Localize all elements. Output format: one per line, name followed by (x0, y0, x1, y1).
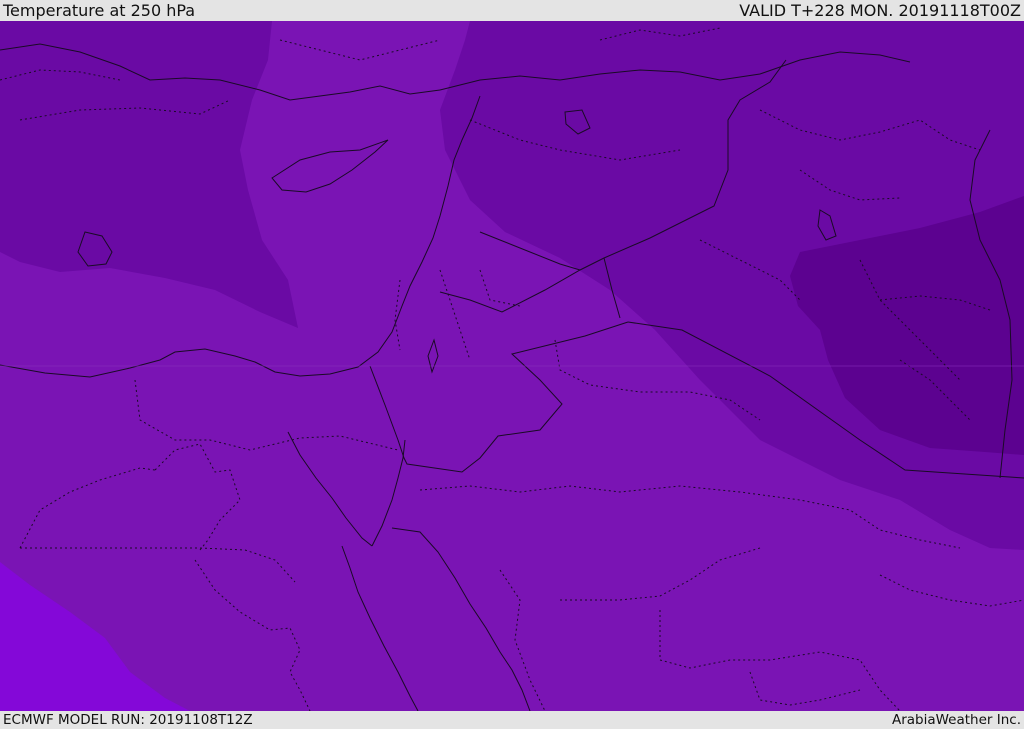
model-run-label: ECMWF MODEL RUN: 20191108T12Z (3, 712, 253, 728)
temperature-map[interactable] (0, 21, 1024, 711)
valid-time: VALID T+228 MON. 20191118T00Z (739, 1, 1021, 20)
credit-label: ArabiaWeather Inc. (891, 712, 1021, 728)
map-title: Temperature at 250 hPa (3, 1, 196, 20)
header-bar: Temperature at 250 hPa VALID T+228 MON. … (0, 0, 1024, 21)
footer-bar: ECMWF MODEL RUN: 20191108T12Z ArabiaWeat… (0, 711, 1024, 729)
map-canvas (0, 21, 1024, 711)
